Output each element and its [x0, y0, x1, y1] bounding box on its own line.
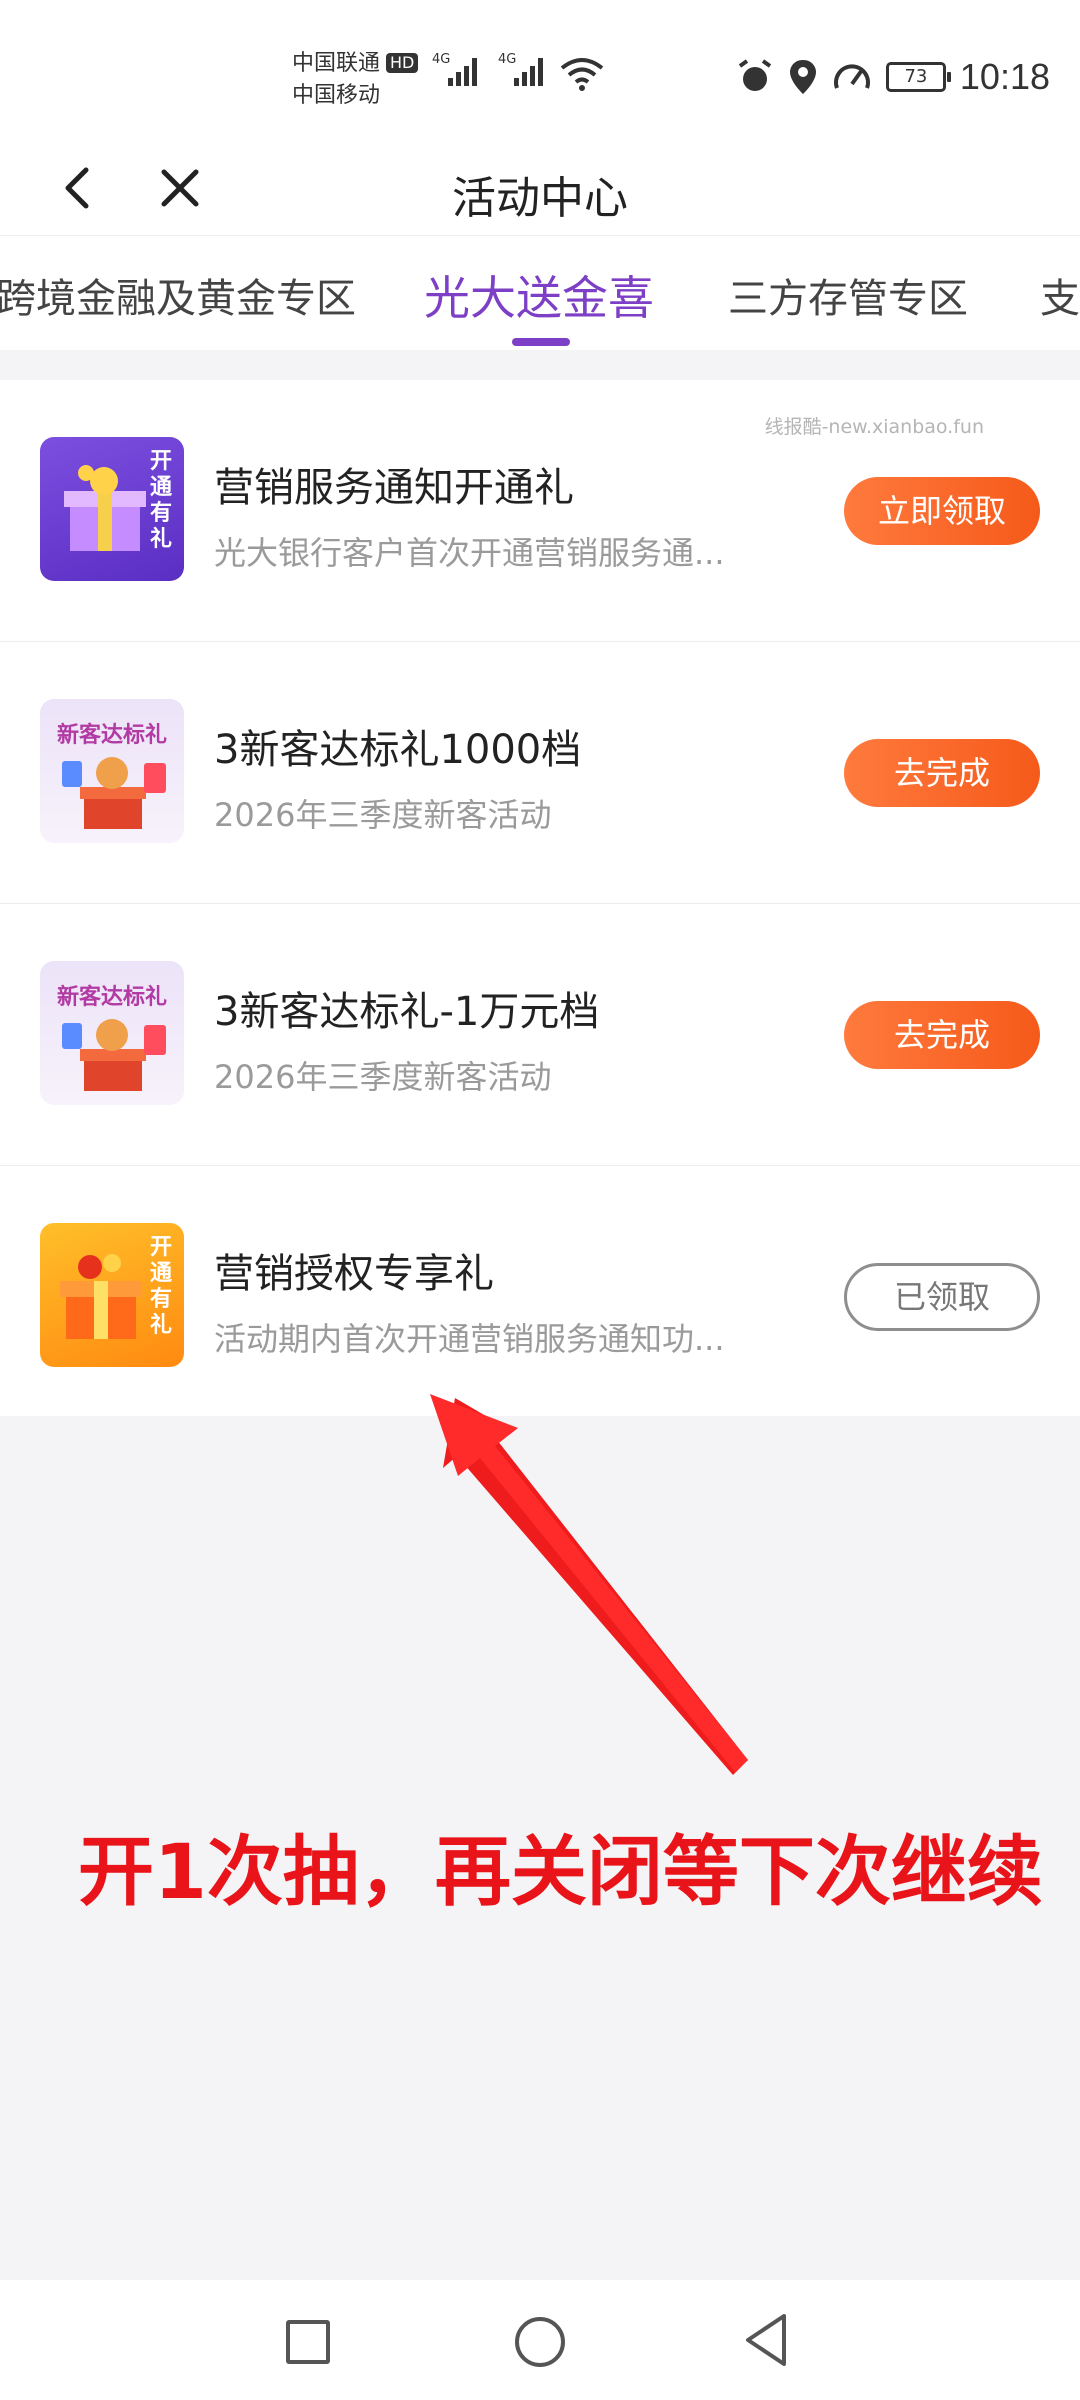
new-customer-poster-thumbnail: 新客达标礼	[40, 699, 184, 843]
tab-everbright-gift[interactable]: 光大送金喜	[424, 262, 654, 328]
location-icon	[789, 60, 816, 94]
annotation-text: 开1次抽，再关闭等下次继续	[78, 1827, 1043, 1916]
carrier-info: 中国联通 HD 中国移动	[292, 48, 419, 112]
active-tab-indicator	[512, 338, 570, 346]
speed-icon	[833, 64, 870, 89]
item-subtitle: 光大银行客户首次开通营销服务通...	[214, 534, 725, 572]
list-item: 新客达标礼 3新客达标礼-1万元档 2026年三季度新客活动 去完成	[0, 904, 1080, 1166]
carrier-2: 中国移动	[292, 83, 381, 108]
status-bar: 中国联通 HD 中国移动 4G 4G 73 10:18	[0, 0, 1080, 140]
signal-1-icon: 4G	[432, 52, 477, 86]
watermark-text: 线报酷-new.xianbao.fun	[764, 416, 984, 438]
tab-cross-border-finance[interactable]: 跨境金融及黄金专区	[0, 266, 356, 324]
activity-list: 线报酷-new.xianbao.fun 开通有礼 营销服务通知开通礼 光大银行客…	[0, 380, 1080, 1416]
signal-2-label: 4G	[498, 52, 517, 67]
go-complete-button[interactable]: 去完成	[844, 1001, 1040, 1069]
battery-icon: 73	[885, 62, 951, 92]
signal-1-label: 4G	[432, 52, 451, 67]
item-subtitle: 2026年三季度新客活动	[214, 796, 552, 834]
tab-third-party-custody[interactable]: 三方存管专区	[728, 266, 968, 324]
carrier-1: 中国联通	[292, 51, 381, 76]
claimed-button[interactable]: 已领取	[844, 1263, 1040, 1331]
gift-box-thumbnail: 开通有礼	[40, 437, 184, 581]
tab-partial[interactable]: 支	[1040, 266, 1080, 324]
alarm-icon	[738, 59, 772, 91]
wifi-icon	[560, 58, 604, 91]
tab-bar: 跨境金融及黄金专区 光大送金喜 三方存管专区 支	[0, 235, 1080, 350]
claim-now-button[interactable]: 立即领取	[844, 477, 1040, 545]
item-subtitle: 2026年三季度新客活动	[214, 1058, 552, 1096]
clock: 10:18	[959, 56, 1050, 97]
list-item: 新客达标礼 3新客达标礼1000档 2026年三季度新客活动 去完成	[0, 642, 1080, 904]
thumb-label: 开通有礼	[149, 1235, 172, 1338]
list-item: 线报酷-new.xianbao.fun 开通有礼 营销服务通知开通礼 光大银行客…	[0, 380, 1080, 642]
new-customer-poster-thumbnail: 新客达标礼	[40, 961, 184, 1105]
list-item: 开通有礼 营销授权专享礼 活动期内首次开通营销服务通知功... 已领取	[0, 1166, 1080, 1416]
signal-2-icon: 4G	[498, 52, 543, 86]
back-nav-icon[interactable]	[740, 2310, 790, 2370]
item-title: 营销授权专享礼	[214, 1251, 494, 1297]
title-bar: 活动中心	[0, 140, 1080, 235]
go-complete-button[interactable]: 去完成	[844, 739, 1040, 807]
thumb-label: 开通有礼	[149, 449, 172, 552]
system-nav-bar	[0, 2280, 1080, 2400]
battery-level: 73	[904, 66, 928, 87]
item-title: 营销服务通知开通礼	[214, 465, 574, 511]
gift-box-thumbnail: 开通有礼	[40, 1223, 184, 1367]
item-subtitle: 活动期内首次开通营销服务通知功...	[214, 1320, 725, 1358]
page-title: 活动中心	[452, 173, 628, 224]
item-title: 3新客达标礼-1万元档	[214, 989, 600, 1035]
home-icon[interactable]	[515, 2317, 565, 2367]
item-title: 3新客达标礼1000档	[214, 727, 582, 773]
hd-badge: HD	[386, 53, 419, 73]
recent-apps-icon[interactable]	[286, 2320, 330, 2364]
